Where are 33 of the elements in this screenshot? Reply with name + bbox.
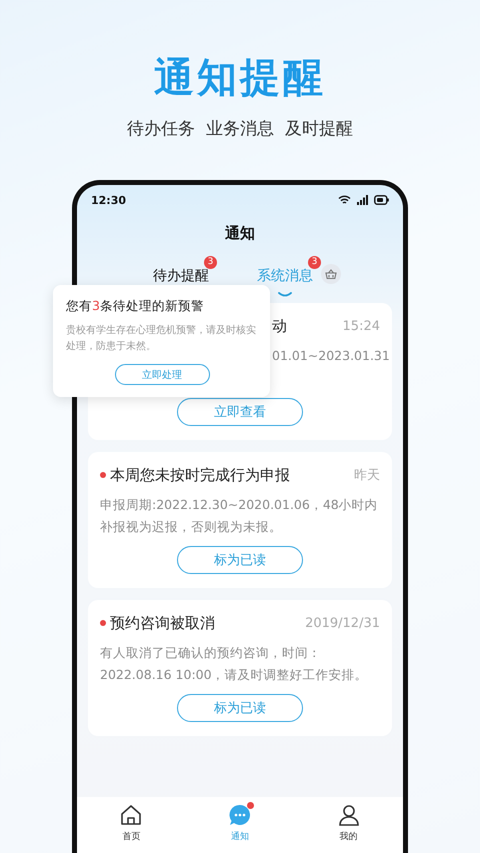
nav-tab[interactable]: 我的 — [336, 803, 361, 853]
subtitle: 待办任务 业务消息 及时提醒 — [127, 118, 353, 140]
selected-indicator-icon — [278, 292, 292, 297]
status-time: 12:30 — [91, 194, 126, 206]
screen-title: 通知 — [225, 223, 255, 243]
handle-now-button[interactable]: 立即处理 — [114, 364, 210, 385]
count-badge: 3 — [308, 256, 321, 269]
message-body: 申报周期:2022.12.30~2020.01.06，48小时内补报视为迟报，否则视为未报。 — [100, 496, 379, 536]
action-button[interactable]: 标为已读 — [177, 694, 303, 722]
message-time: 2019/12/31 — [305, 616, 380, 630]
message-body: 有人取消了已确认的预约咨询，时间：2022.08.16 10:00，请及时调整好工作安排。 — [100, 644, 369, 684]
message-time: 昨天 — [354, 467, 380, 484]
battery-icon — [374, 195, 389, 205]
home-icon — [119, 803, 144, 827]
headline: 通知提醒 — [154, 54, 326, 102]
signal-icon — [357, 195, 368, 205]
action-button[interactable]: 立即查看 — [177, 398, 303, 426]
basket-icon[interactable] — [321, 264, 341, 284]
message-body: 01.01~2023.01.31 — [272, 347, 390, 365]
popup-title: 您有3条待处理的新预警 — [66, 297, 205, 315]
message-title: 动 — [272, 316, 287, 336]
person-icon — [336, 803, 361, 827]
wifi-icon — [338, 195, 351, 205]
count-badge: 3 — [204, 256, 217, 269]
nav-tab[interactable]: 通知 — [228, 803, 252, 853]
popup-body: 贵校有学生存在心理危机预警，请及时核实处理，防患于未然。 — [66, 324, 257, 354]
message-time: 15:24 — [342, 318, 380, 334]
message-title: 预约咨询被取消 — [100, 614, 215, 632]
notification-dot — [246, 802, 254, 809]
action-button[interactable]: 标为已读 — [177, 546, 303, 574]
message-title: 本周您未按时完成行为申报 — [100, 466, 290, 484]
chat-icon — [228, 803, 252, 827]
nav-tab[interactable]: 首页 — [119, 803, 144, 853]
